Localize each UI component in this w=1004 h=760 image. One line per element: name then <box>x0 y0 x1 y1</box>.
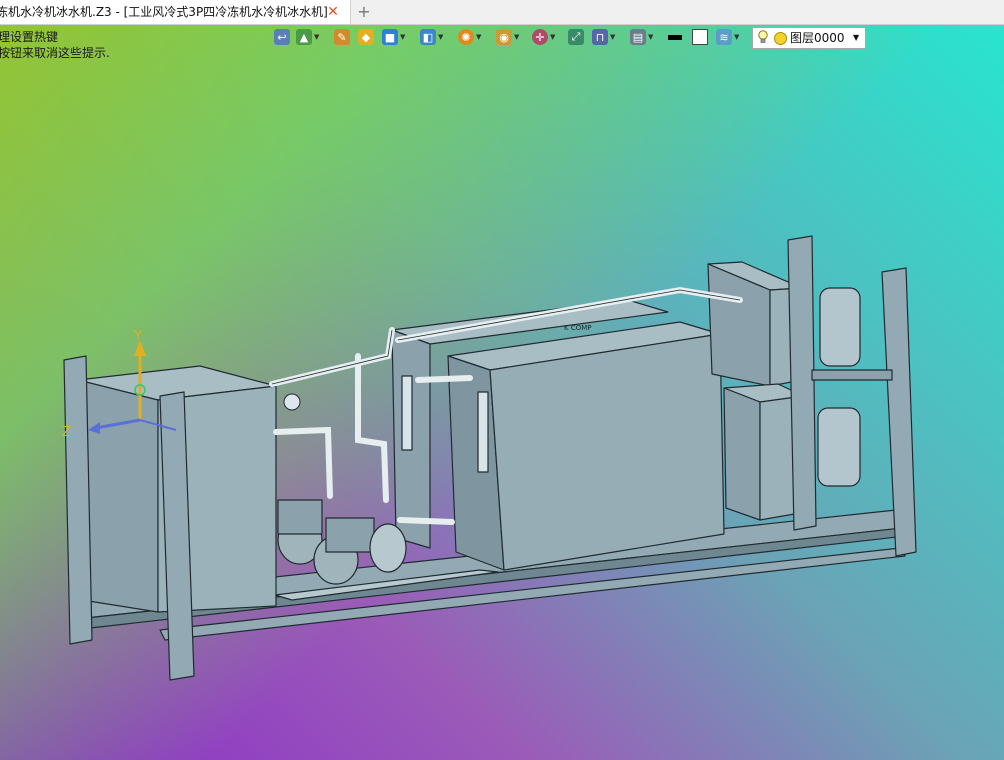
compressor-lower <box>817 407 861 487</box>
model-label: K COMP <box>564 324 591 332</box>
3d-viewport[interactable]: 冻机水冷机冰水机.Z3 - [工业风冷式3P四冷冻机水冷机冰水机] ✕ + 理设… <box>0 0 1004 760</box>
axis-z-label: Z <box>62 425 71 440</box>
axis-y-label: Y <box>133 329 142 344</box>
pipe-top-left <box>269 327 395 387</box>
pressure-gauge <box>283 393 301 411</box>
main-tank-front <box>489 333 725 571</box>
chiller-3d-model[interactable]: K COMP Y Z <box>0 0 1004 760</box>
compressor-upper <box>819 287 861 367</box>
